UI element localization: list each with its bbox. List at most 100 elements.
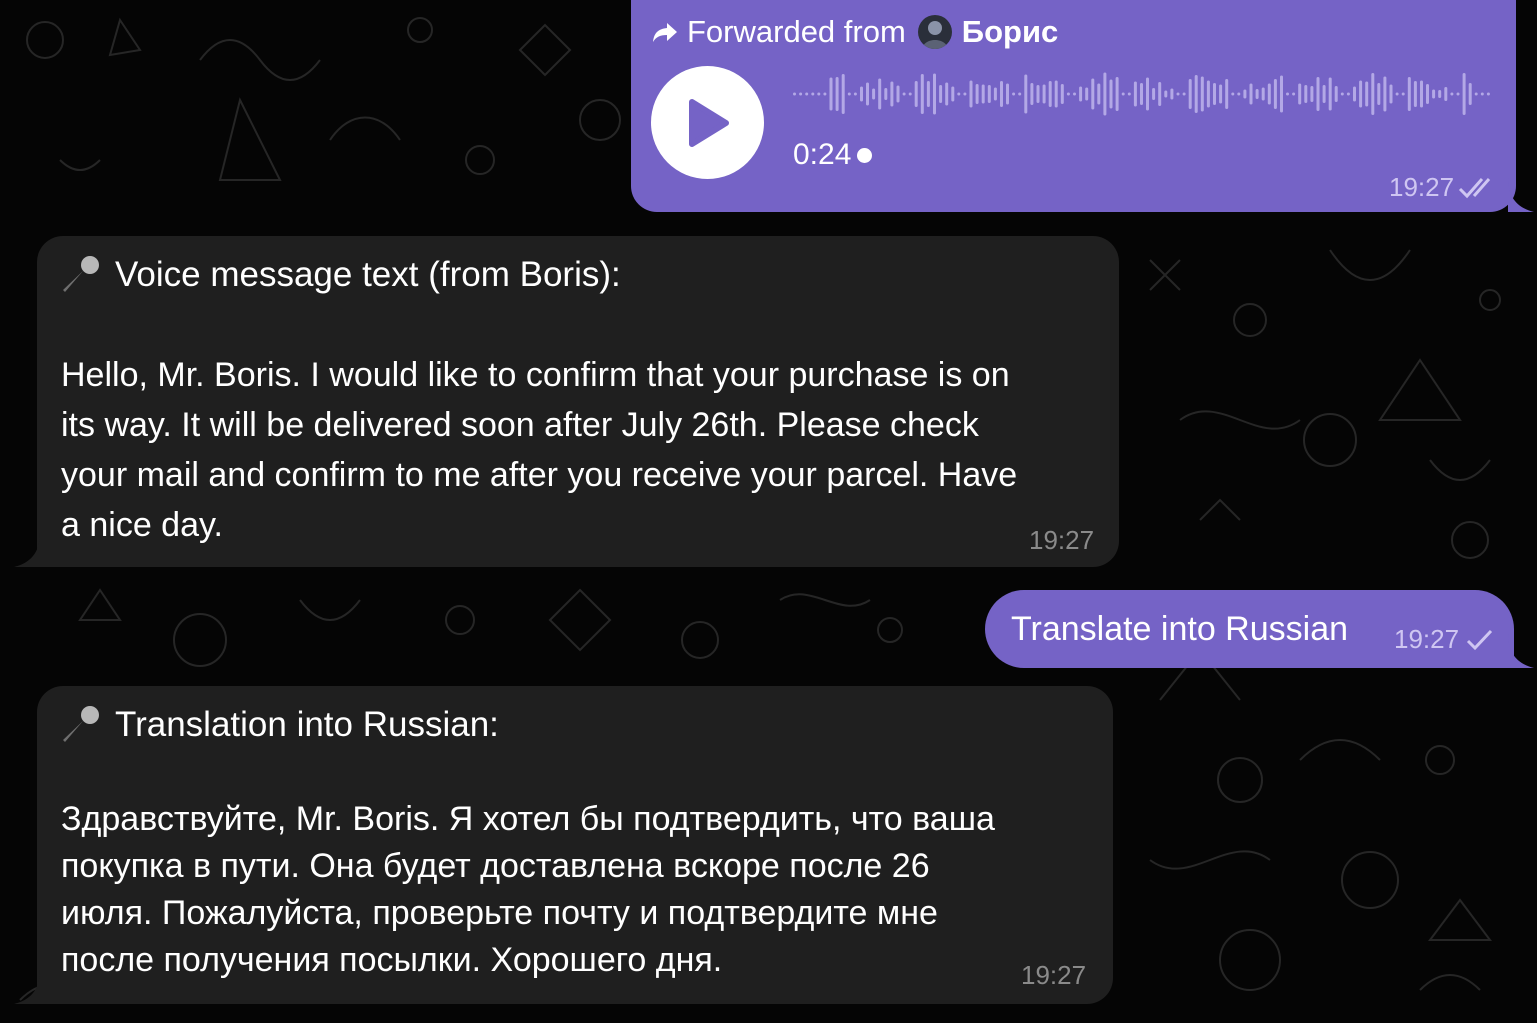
waveform-bar (1103, 72, 1107, 116)
waveform-bar (1066, 92, 1070, 96)
waveform-bar (1395, 92, 1399, 96)
waveform-bar (1176, 92, 1180, 96)
waveform-bar (878, 78, 882, 110)
message-title: Voice message text (from Boris): (59, 254, 621, 296)
unplayed-dot (857, 147, 873, 163)
waveform-bar (1048, 81, 1052, 107)
play-button[interactable] (651, 66, 764, 179)
waveform-bar (1340, 92, 1344, 96)
waveform-bar (1468, 83, 1472, 105)
waveform-bar (1261, 87, 1265, 101)
waveform-bar (1322, 85, 1326, 103)
waveform-bar (829, 77, 833, 111)
waveform-bar (1018, 92, 1022, 96)
message-meta: 19:27 (1394, 624, 1495, 655)
microphone-icon (63, 706, 99, 742)
message-meta: 19:27 (1389, 172, 1498, 203)
waveform-bar (1182, 92, 1186, 96)
waveform-bar (1292, 92, 1296, 96)
waveform-bar (945, 82, 949, 106)
waveform-bar (1444, 87, 1448, 101)
waveform-bar (1237, 92, 1241, 96)
waveform-bar (1115, 77, 1119, 111)
microphone-icon (63, 256, 99, 292)
waveform-bar (1079, 86, 1083, 102)
bubble-tail (14, 970, 40, 1004)
duration-label: 0:24 (793, 138, 852, 171)
waveform-bar (872, 88, 876, 100)
waveform-bar (1060, 84, 1064, 104)
waveform-bar (1401, 92, 1405, 96)
waveform-bar (1200, 76, 1204, 112)
waveform-bar (1054, 80, 1058, 108)
message-title: Translation into Russian: (59, 704, 499, 746)
waveform-bar (1213, 83, 1216, 105)
message-time: 19:27 (1394, 624, 1460, 654)
waveform-bar (1371, 73, 1375, 115)
translation-title: Translation into Russian: (115, 705, 499, 744)
waveform-bar (1109, 79, 1113, 109)
waveform-bar (1231, 92, 1235, 96)
waveform-bar (1164, 90, 1168, 98)
waveform-bar (1346, 92, 1350, 96)
waveform-bar (799, 92, 803, 96)
sender-avatar[interactable] (917, 15, 952, 49)
waveform-bar (957, 92, 961, 96)
waveform-bar (914, 81, 918, 107)
waveform-bar (1280, 75, 1283, 113)
waveform-bar (1170, 88, 1174, 100)
waveform-bar (951, 86, 955, 102)
waveform-bar (993, 87, 997, 101)
waveform-bar (805, 92, 809, 96)
waveform-bar (884, 88, 888, 100)
waveform-bar (1030, 83, 1034, 105)
waveform-bar (1012, 92, 1016, 96)
voice-text-message[interactable]: Voice message text (from Boris): Hello, … (37, 236, 1119, 567)
waveform-bar (1298, 83, 1302, 105)
message-time: 19:27 (1389, 172, 1455, 202)
waveform-bar (853, 92, 857, 96)
waveform-bar (860, 86, 863, 102)
waveform-bar (1006, 83, 1009, 105)
waveform-bar (908, 92, 912, 96)
message-time: 19:27 (1021, 960, 1087, 990)
waveform-bar (847, 92, 851, 96)
translation-message[interactable]: Translation into Russian: Здравствуйте, … (37, 686, 1113, 1004)
waveform-bar (981, 84, 985, 104)
waveform-bar (1480, 92, 1484, 96)
waveform-bar (1474, 92, 1478, 96)
waveform-bar (1365, 81, 1369, 107)
waveform-bar (939, 85, 943, 103)
waveform-bar (866, 82, 869, 106)
waveform-bar (811, 92, 815, 96)
forwarded-header[interactable]: Forwarded from Борис (651, 14, 1058, 50)
voice-duration: 0:24 (793, 138, 873, 172)
translate-request-message[interactable]: Translate into Russian 19:27 (985, 590, 1514, 668)
waveform-bar (1316, 77, 1320, 111)
waveform-bar (1097, 83, 1101, 105)
waveform-bar (1024, 74, 1028, 114)
waveform-bar (1073, 92, 1076, 96)
waveform-bar (835, 77, 839, 111)
voice-text-body: Hello, Mr. Boris. I would like to confir… (61, 356, 1018, 544)
forwarded-voice-message[interactable]: Forwarded from Борис 0:24 19:27 (631, 0, 1516, 212)
waveform-bar (1000, 81, 1003, 107)
sender-name[interactable]: Борис (962, 14, 1058, 50)
waveform-bar (1407, 77, 1411, 111)
single-check-icon (1467, 629, 1493, 650)
translation-body: Здравствуйте, Mr. Boris. Я хотел бы подт… (61, 800, 995, 979)
waveform-bar (1353, 86, 1356, 102)
voice-waveform[interactable] (793, 66, 1493, 122)
waveform-bar (1413, 81, 1417, 107)
waveform-bar (1334, 86, 1338, 102)
waveform-bar (1255, 89, 1259, 99)
message-meta: 19:27 (1029, 525, 1094, 556)
waveform-bar (1042, 84, 1046, 104)
waveform-bar (1127, 92, 1131, 96)
waveform-bar (1456, 92, 1460, 96)
waveform-bar (1225, 79, 1229, 109)
message-meta: 19:27 (1021, 960, 1086, 991)
bubble-tail (1508, 178, 1534, 212)
bubble-tail (14, 533, 40, 567)
waveform-bar (1462, 73, 1466, 115)
